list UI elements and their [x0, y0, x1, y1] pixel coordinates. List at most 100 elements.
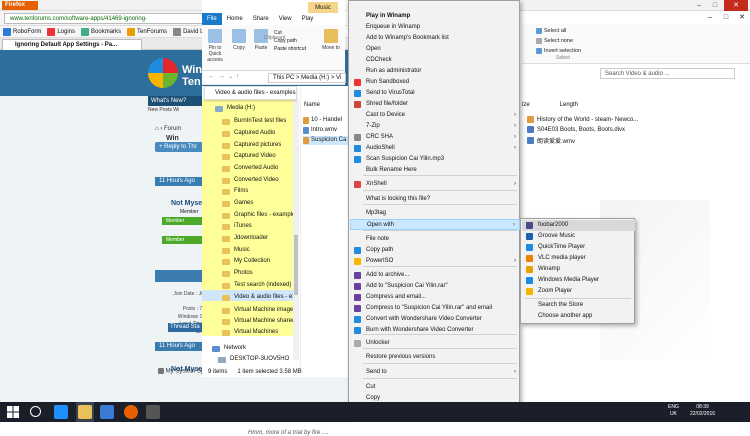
tab-share[interactable]: Share [248, 13, 274, 25]
app-icon[interactable] [146, 405, 160, 419]
close-icon[interactable]: ✕ [734, 11, 750, 24]
context-menu-item[interactable]: 7-Zip › [350, 121, 520, 132]
column-name[interactable]: Name [304, 102, 320, 108]
column-length[interactable]: Length [560, 102, 578, 112]
nav-item[interactable]: DESKTOP-3UOV5HO [218, 354, 289, 366]
nav-item[interactable]: iTunes [222, 221, 252, 233]
context-menu-item[interactable]: Add to archive... [350, 270, 520, 281]
file-row[interactable]: Intro.wmv [303, 126, 348, 135]
nav-item[interactable]: Converted Video [222, 175, 279, 187]
select-all-button[interactable]: Select all [536, 28, 566, 34]
firefox-icon[interactable] [124, 405, 138, 419]
context-menu-item[interactable]: What is locking this file? [350, 194, 520, 205]
bookmark-tenforums[interactable]: TenForums [127, 27, 167, 36]
nav-item[interactable]: Graphic files - example [222, 210, 295, 222]
context-menu-item[interactable]: Compress and email... [350, 292, 520, 303]
context-menu-item[interactable]: Convert with Wondershare Video Converter [350, 314, 520, 325]
context-menu-item[interactable]: Scan Suspicion Cai Yilin.mp3 [350, 154, 520, 165]
context-menu-item[interactable]: Restore previous versions [350, 352, 520, 363]
file-row[interactable]: S04E03 Boots, Boots, Boots.divx [527, 126, 647, 133]
nav-item[interactable]: Jdownloader [222, 233, 268, 245]
pin-quick-access-button[interactable]: Pin to Quick access [204, 29, 226, 63]
open-with-item[interactable]: Windows Media Player [522, 275, 635, 286]
open-with-item[interactable]: Search the Store [522, 300, 635, 311]
context-menu-item[interactable]: Run Sandboxed [350, 77, 520, 88]
user-name[interactable]: Not Myse [171, 200, 202, 207]
context-menu-item[interactable]: Send to › [350, 367, 520, 378]
search-icon[interactable] [30, 406, 41, 417]
start-windows-icon[interactable] [6, 405, 20, 419]
open-with-item[interactable]: foobar2000 [522, 220, 635, 231]
copy-button[interactable]: Copy [228, 29, 250, 51]
context-menu-item[interactable]: CRC SHA › [350, 132, 520, 143]
forum-subnav[interactable]: New Posts Wi [148, 107, 208, 115]
open-with-item[interactable]: Groove Music [522, 231, 635, 242]
nav-item[interactable]: Photos [222, 268, 253, 280]
file-explorer-icon[interactable] [78, 405, 92, 419]
nav-item[interactable]: Network [212, 343, 246, 355]
context-menu-item[interactable]: Shred file/folder [350, 99, 520, 110]
context-menu-item[interactable]: Bulk Rename Here [350, 165, 520, 176]
context-menu-item[interactable]: Add to "Suspicion Cai Yilin.rar" [350, 281, 520, 292]
open-with-item[interactable]: Zoom Player [522, 286, 635, 297]
user-name[interactable]: Not Myse [171, 366, 202, 373]
minimize-icon[interactable]: – [692, 0, 706, 11]
paste-shortcut-button[interactable]: Paste shortcut [274, 45, 306, 53]
context-menu-item[interactable]: PowerISO › [350, 256, 520, 267]
context-menu-item[interactable]: CDCheck [350, 55, 520, 66]
clock[interactable]: 08:39 22/02/2016 [690, 404, 715, 418]
context-menu-item[interactable]: Cut [350, 382, 520, 393]
edge-icon[interactable] [54, 405, 68, 419]
nav-item[interactable]: Games [222, 198, 253, 210]
maximize-icon[interactable]: □ [718, 11, 734, 24]
open-with-item[interactable]: VLC media player [522, 253, 635, 264]
maximize-icon[interactable]: □ [708, 0, 722, 11]
nav-item[interactable]: Films [222, 186, 248, 198]
open-with-item[interactable]: QuickTime Player [522, 242, 635, 253]
nav-item[interactable]: Captured pictures [222, 140, 281, 152]
chevron-down-icon[interactable]: ⌄ [228, 73, 233, 80]
store-icon[interactable] [100, 405, 114, 419]
nav-item[interactable]: Media (H:) [215, 103, 255, 115]
close-icon[interactable]: ✕ [724, 0, 748, 11]
file-row-selected[interactable]: Suspicion Ca [303, 136, 348, 145]
nav-item[interactable]: Converted Audio [222, 163, 278, 175]
nav-item[interactable]: Virtual Machine shared [222, 316, 295, 328]
tab-ignoring-default-app[interactable]: Ignoring Default App Settings - Pa... [2, 39, 142, 50]
back-arrow-icon[interactable]: ← [208, 73, 215, 80]
context-menu-item[interactable]: Play in Winamp [350, 11, 520, 22]
reply-to-thread-button[interactable]: + Reply to Thr [155, 142, 205, 152]
nav-item[interactable]: BurnInTest test files [222, 116, 286, 128]
context-menu-item[interactable]: Unlocker [350, 338, 520, 349]
context-menu-item[interactable]: XnShell › [350, 179, 520, 190]
nav-item[interactable]: Music [222, 245, 250, 257]
file-row[interactable]: 朗读爱爱.wmv [527, 136, 647, 145]
bookmark-bookmarks[interactable]: Bookmarks [81, 27, 121, 36]
tab-file[interactable]: File [202, 13, 222, 25]
breadcrumb[interactable]: ⌂ › Forum [155, 126, 181, 132]
context-menu-item[interactable]: Add to Winamp's Bookmark list [350, 33, 520, 44]
context-menu-item[interactable]: Mp3tag [350, 208, 520, 219]
open-with-item[interactable]: Choose another app [522, 311, 635, 322]
firefox-menu-button[interactable]: Firefox [2, 1, 38, 10]
context-menu-item[interactable]: Copy path [350, 245, 520, 256]
context-menu-item[interactable]: Run as administrator [350, 66, 520, 77]
bookmark-roboform[interactable]: RoboForm [3, 27, 41, 36]
column-size[interactable]: ize [522, 102, 530, 112]
move-to-button[interactable]: Move to [320, 29, 342, 51]
scrollbar-thumb[interactable] [294, 235, 298, 295]
nav-item[interactable]: My Collection [222, 256, 270, 268]
up-arrow-icon[interactable]: ↑ [236, 73, 240, 80]
tab-home[interactable]: Home [222, 13, 248, 25]
context-menu-item[interactable]: Burn with Wondershare Video Converter [350, 325, 520, 336]
nav-item[interactable]: Captured Audio [222, 128, 275, 140]
tab-play[interactable]: Play [297, 13, 319, 25]
file-row[interactable]: 10 - Handel [303, 116, 348, 125]
context-menu-item[interactable]: AudioShell › [350, 143, 520, 154]
nav-item[interactable]: Virtual Machine images [222, 305, 296, 317]
bookmark-logins[interactable]: Logins [47, 27, 75, 36]
invert-selection-button[interactable]: Invert selection [536, 48, 581, 54]
select-none-button[interactable]: Select none [536, 38, 573, 44]
forward-arrow-icon[interactable]: → [218, 73, 225, 80]
language-indicator[interactable]: ENG UK [668, 404, 679, 418]
